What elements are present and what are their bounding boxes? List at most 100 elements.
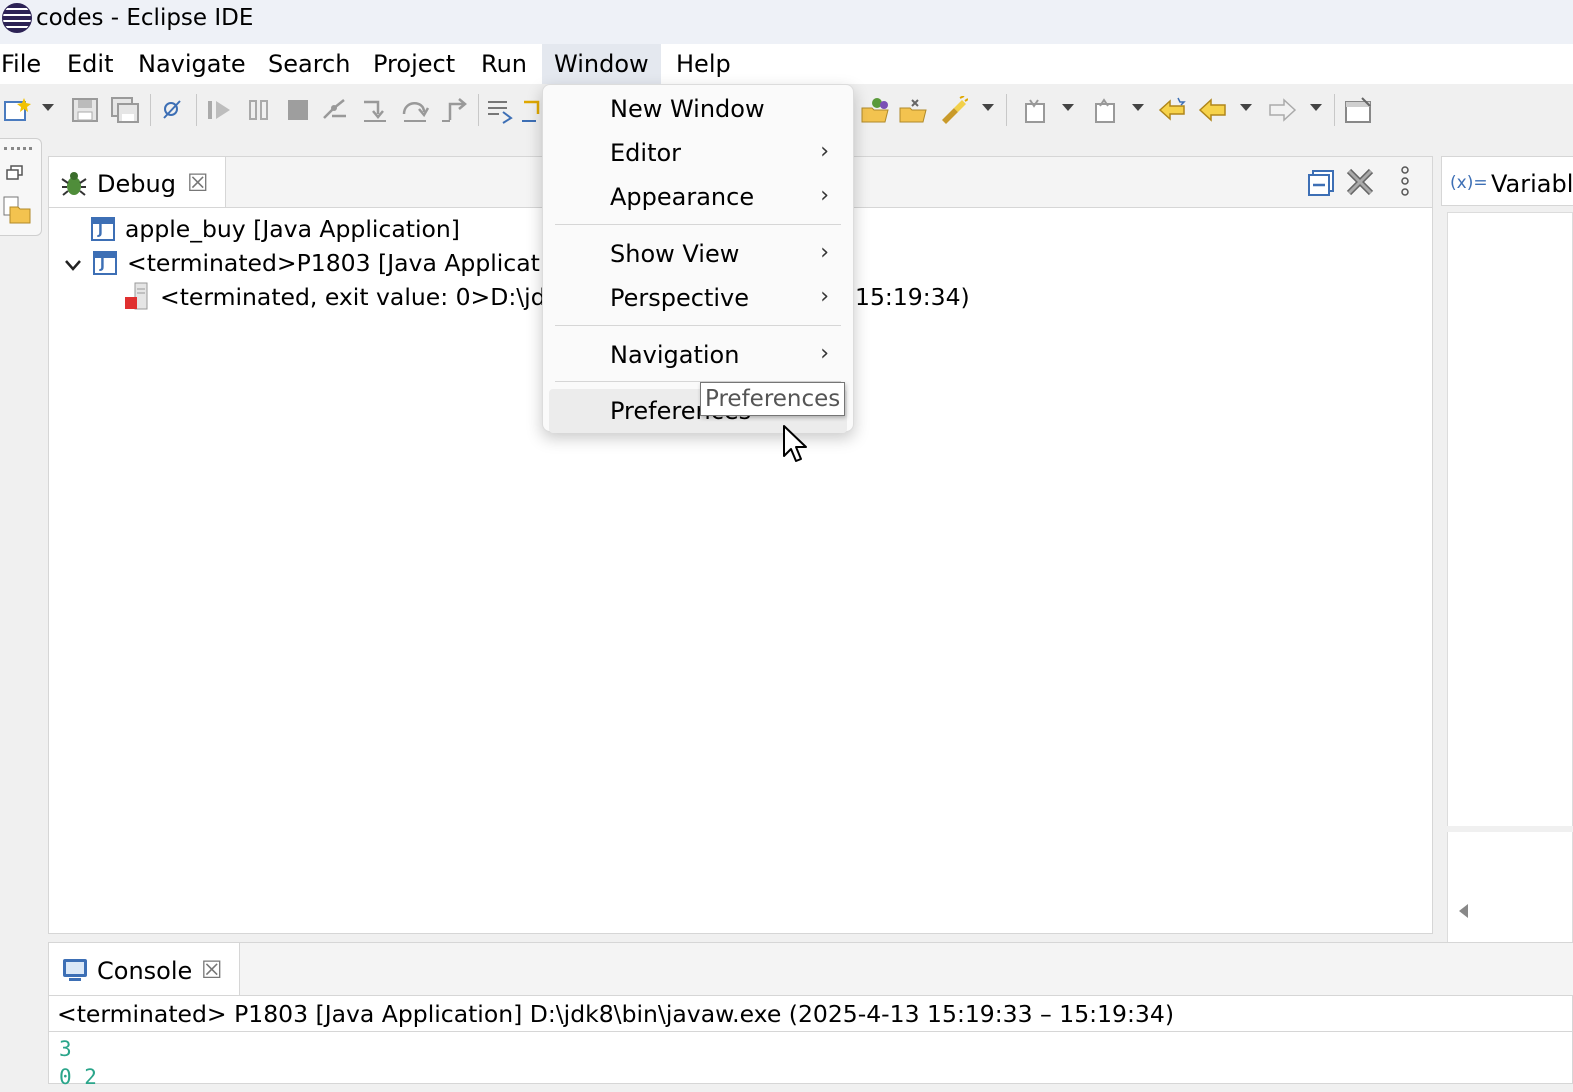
tab-console[interactable]: Console ☒ [49,943,240,995]
menu-item-new-window[interactable]: New Window [549,87,847,131]
drag-handle[interactable] [4,147,32,153]
forward-icon[interactable] [1267,96,1297,124]
resume-icon[interactable] [204,96,234,124]
window-title: codes - Eclipse IDE [36,5,254,31]
tooltip-text: Preferences [705,386,841,412]
previous-annotation-icon[interactable] [1090,96,1120,124]
toolbar-separator [196,94,197,126]
new-dropdown-icon[interactable] [42,104,54,111]
forward-dropdown-icon[interactable] [1310,104,1322,111]
tree-item-apple-buy[interactable]: apple_buy [Java Application] [125,214,460,244]
previous-annotation-dropdown-icon[interactable] [1132,104,1144,111]
menu-item-label: Show View [610,240,740,268]
menu-navigate[interactable]: Navigate [137,44,247,84]
menu-separator [555,224,841,225]
open-task-icon[interactable] [898,96,928,124]
back-dropdown-icon[interactable] [1240,104,1252,111]
menu-item-label: Editor [610,139,682,167]
last-edit-location-icon[interactable] [1158,96,1188,124]
menu-item-label: Appearance [610,183,755,211]
menu-item-editor[interactable]: Editor › [549,131,847,175]
tree-item-terminated-process[interactable]: <terminated, exit value: 0>D:\jdk8 [160,282,574,312]
menu-run[interactable]: Run [480,44,528,84]
menu-edit[interactable]: Edit [66,44,114,84]
drop-to-frame-icon[interactable] [485,96,515,124]
tab-console-label: Console [97,957,193,985]
toolbar-separator [150,94,151,126]
menu-item-perspective[interactable]: Perspective › [549,276,847,320]
chevron-right-icon: › [820,240,829,265]
menu-item-label: Perspective [610,284,749,312]
chevron-right-icon: › [820,341,829,366]
use-step-filters-icon[interactable] [520,96,542,124]
console-line: 3 [59,1037,72,1061]
search-dropdown-icon[interactable] [982,104,994,111]
toolbar-separator [1006,94,1007,126]
chevron-down-icon[interactable] [63,255,83,275]
pin-editor-icon[interactable] [1344,96,1374,124]
variables-detail-divider[interactable] [1447,826,1573,832]
tree-item-p1803[interactable]: <terminated>P1803 [Java Applicatio [127,248,561,278]
save-icon[interactable] [70,96,100,124]
close-icon[interactable]: ☒ [201,956,223,984]
menu-project[interactable]: Project [372,44,456,84]
window-menu-dropdown: New Window Editor › Appearance › Show Vi… [542,84,854,433]
console-process-description: <terminated> P1803 [Java Application] D:… [57,1000,1174,1028]
console-output[interactable]: 3 0 2 [49,1031,1573,1089]
step-into-icon[interactable] [360,96,390,124]
variables-tree [1447,212,1573,978]
menu-item-show-view[interactable]: Show View › [549,232,847,276]
title-bar: codes - Eclipse IDE [0,0,1573,44]
menu-item-appearance[interactable]: Appearance › [549,175,847,219]
back-icon[interactable] [1198,96,1228,124]
skip-breakpoints-icon[interactable] [158,96,188,124]
suspend-icon[interactable] [244,96,274,124]
project-explorer-icon[interactable] [2,195,32,225]
new-file-icon[interactable] [2,96,32,124]
console-line: 0 2 [59,1065,97,1089]
bug-icon [59,169,89,199]
disconnect-icon[interactable] [320,96,350,124]
next-annotation-dropdown-icon[interactable] [1062,104,1074,111]
variables-view: (x)= Variabl [1441,156,1573,978]
restore-icon[interactable] [6,165,24,181]
eclipse-logo-icon [2,3,32,33]
scroll-left-icon[interactable] [1459,904,1468,918]
step-over-icon[interactable] [400,96,430,124]
java-application-icon: J [93,251,117,275]
menu-item-navigation[interactable]: Navigation › [549,333,847,377]
close-icon[interactable]: ☒ [187,169,209,197]
chevron-right-icon: › [820,183,829,208]
next-annotation-icon[interactable] [1020,96,1050,124]
menu-window[interactable]: Window [542,44,661,84]
tab-variables[interactable]: (x)= Variabl [1441,156,1573,206]
menu-item-label: Navigation [610,341,740,369]
tab-debug[interactable]: Debug ☒ [49,157,226,207]
chevron-right-icon: › [820,284,829,309]
terminate-icon[interactable] [283,96,313,124]
variables-icon: (x)= [1450,173,1488,193]
mouse-cursor-icon [782,424,812,466]
save-all-icon[interactable] [110,96,140,124]
step-return-icon[interactable] [440,96,470,124]
menu-file[interactable]: File [0,44,42,84]
console-view: Console ☒ <terminated> P1803 [Java Appli… [48,942,1573,1089]
chevron-right-icon: › [820,139,829,164]
search-flashlight-icon[interactable] [938,95,969,124]
tooltip: Preferences [700,382,845,416]
remove-all-terminated-icon[interactable] [1345,165,1377,197]
menu-search[interactable]: Search [267,44,351,84]
tab-debug-label: Debug [97,170,176,198]
java-application-icon: J [91,217,115,241]
left-trim-stack [0,138,42,236]
view-menu-icon[interactable] [1397,165,1413,199]
menu-help[interactable]: Help [675,44,732,84]
tab-variables-label: Variabl [1491,170,1573,198]
toolbar-separator [1334,94,1335,126]
open-type-icon[interactable] [860,96,890,124]
menu-bar: File Edit Navigate Search Project Run Wi… [0,44,1573,84]
menu-item-label: New Window [610,95,765,123]
console-tab-bar: Console ☒ [49,943,1573,996]
collapse-all-icon[interactable] [1307,167,1337,197]
toolbar-separator [478,94,479,126]
